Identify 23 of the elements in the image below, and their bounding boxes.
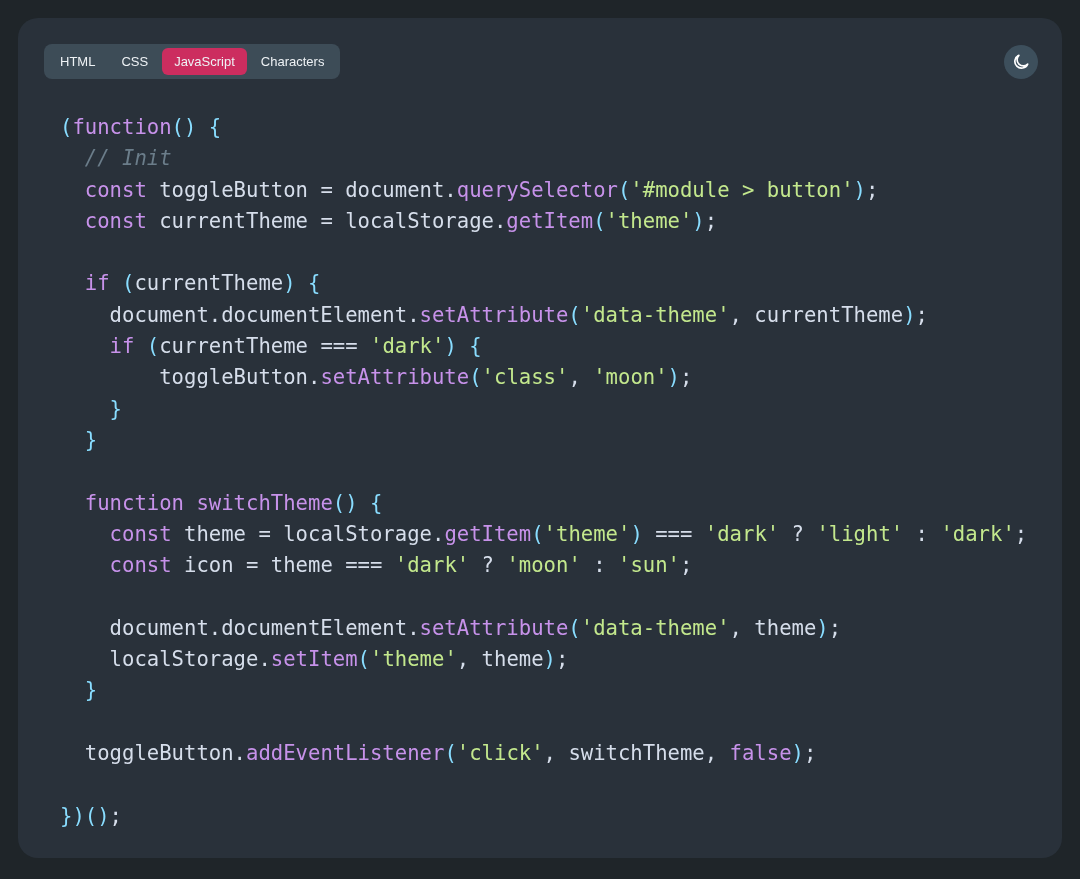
code-line: document.documentElement.setAttribute('data-theme', currentTheme);	[108, 301, 928, 329]
code-line: document.documentElement.setAttribute('data-theme', theme);	[108, 614, 842, 642]
code-line: (function() {	[60, 114, 222, 141]
code-line: toggleButton.addEventListener('click', switchTheme, false);	[83, 739, 817, 767]
code-line: // Init	[83, 145, 172, 173]
tab[interactable]: JavaScript	[162, 48, 247, 75]
tab[interactable]: CSS	[109, 48, 161, 75]
code-line: }	[108, 395, 122, 423]
tab[interactable]: HTML	[48, 48, 108, 75]
code-line: if (currentTheme === 'dark') {	[108, 333, 482, 361]
code-line: const theme = localStorage.getItem('theme') === 'dark' ? 'light' : 'dark';	[108, 520, 1028, 548]
code-line: }	[83, 426, 98, 454]
code-line: })();	[60, 802, 122, 830]
code-line: const currentTheme = localStorage.getItem('theme');	[83, 207, 718, 235]
code-line: const icon = theme === 'dark' ? 'moon' : 'sun';	[108, 552, 693, 580]
tab[interactable]: Characters	[248, 48, 337, 75]
code-line: localStorage.setItem('theme', theme);	[108, 646, 569, 674]
theme-toggle-button[interactable]	[1004, 44, 1038, 79]
code-line: const toggleButton = document.querySelector('#module > button');	[83, 176, 879, 204]
code-line: }	[83, 677, 98, 705]
code-line: if (currentTheme) {	[83, 270, 321, 298]
code-line: function switchTheme() {	[83, 489, 383, 517]
code-line: toggleButton.setAttribute('class', 'moon');	[158, 364, 693, 392]
